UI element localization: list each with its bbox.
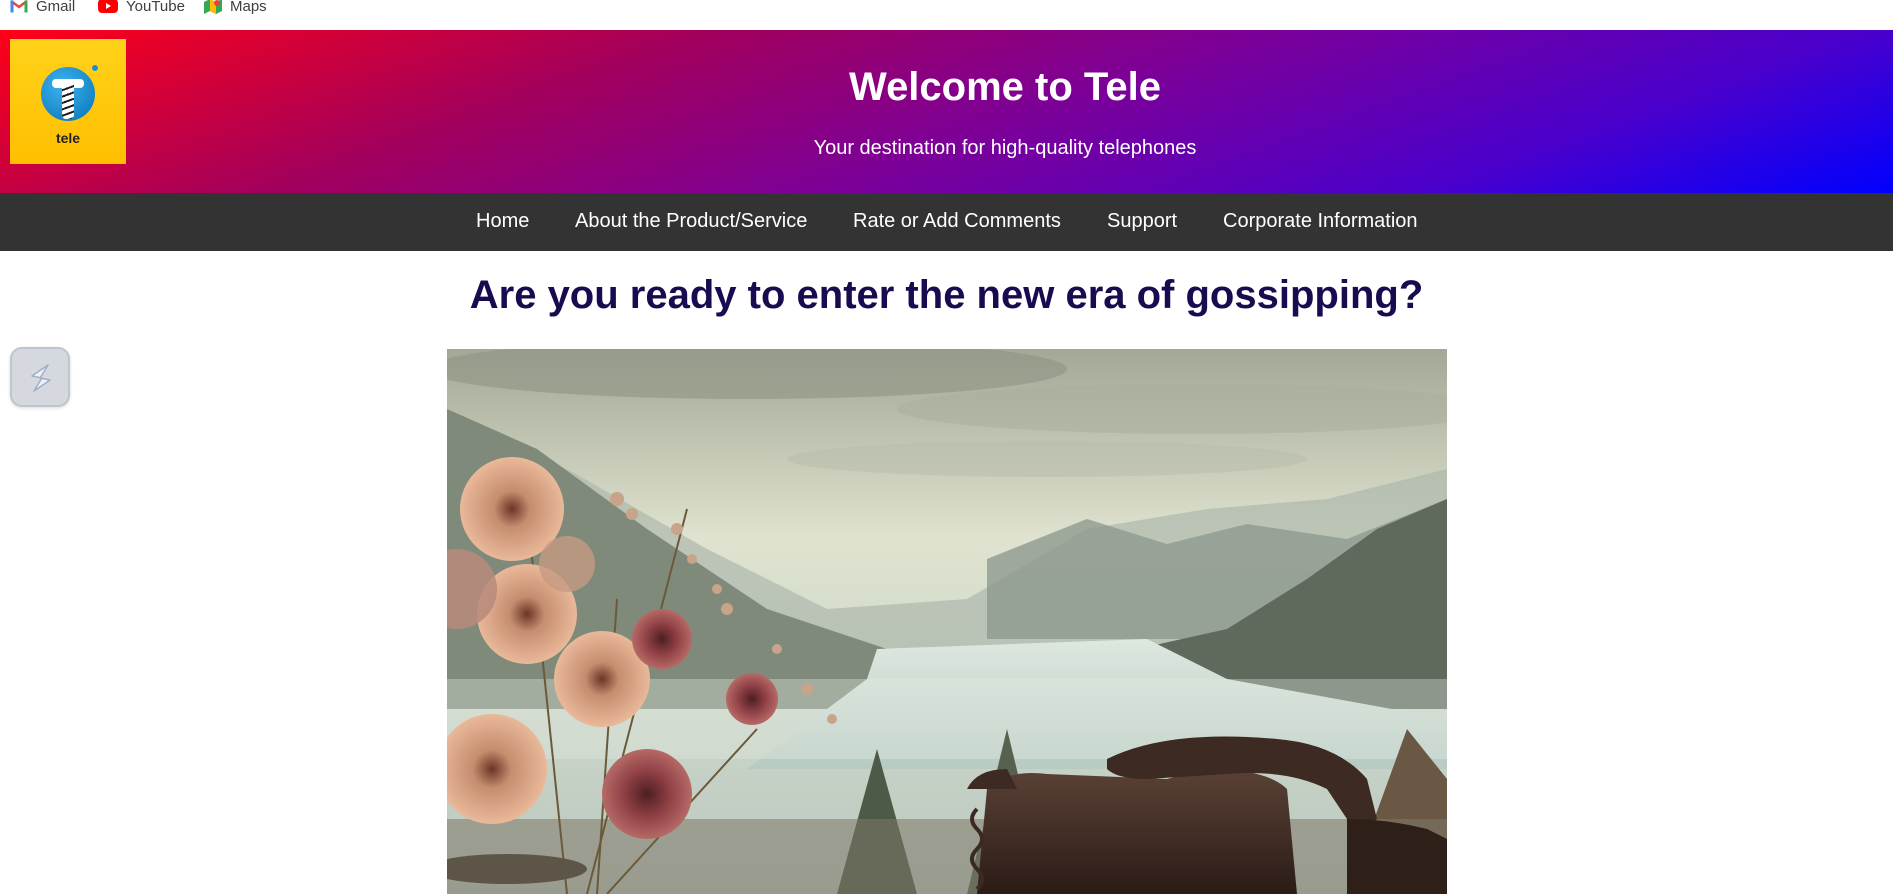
hero-image <box>447 349 1447 894</box>
bookmark-youtube[interactable]: YouTube <box>98 0 185 16</box>
site-title: Welcome to Tele <box>849 65 1161 109</box>
maps-icon <box>204 0 222 14</box>
bookmarks-bar: Gmail YouTube Maps <box>0 0 1893 30</box>
nav-corporate-info[interactable]: Corporate Information <box>1223 210 1418 233</box>
site-header: tele Welcome to Tele Your destination fo… <box>0 30 1893 193</box>
page-headline: Are you ready to enter the new era of go… <box>469 273 1424 317</box>
extension-logo-icon <box>31 364 51 392</box>
bookmark-label: Gmail <box>36 0 76 15</box>
extension-button[interactable] <box>10 347 70 407</box>
bookmark-gmail[interactable]: Gmail <box>10 0 75 16</box>
site-subtitle: Your destination for high-quality teleph… <box>813 137 1197 159</box>
bookmark-label: Maps <box>230 0 267 15</box>
nav-about-product[interactable]: About the Product/Service <box>575 210 807 233</box>
bookmark-label: YouTube <box>126 0 185 15</box>
gmail-icon <box>10 0 28 13</box>
nav-support[interactable]: Support <box>1107 210 1177 233</box>
nav-home[interactable]: Home <box>476 210 529 233</box>
main-nav: Home About the Product/Service Rate or A… <box>0 193 1893 251</box>
bookmark-maps[interactable]: Maps <box>204 0 267 16</box>
nav-rate-comments[interactable]: Rate or Add Comments <box>853 210 1061 233</box>
youtube-icon <box>98 0 118 13</box>
